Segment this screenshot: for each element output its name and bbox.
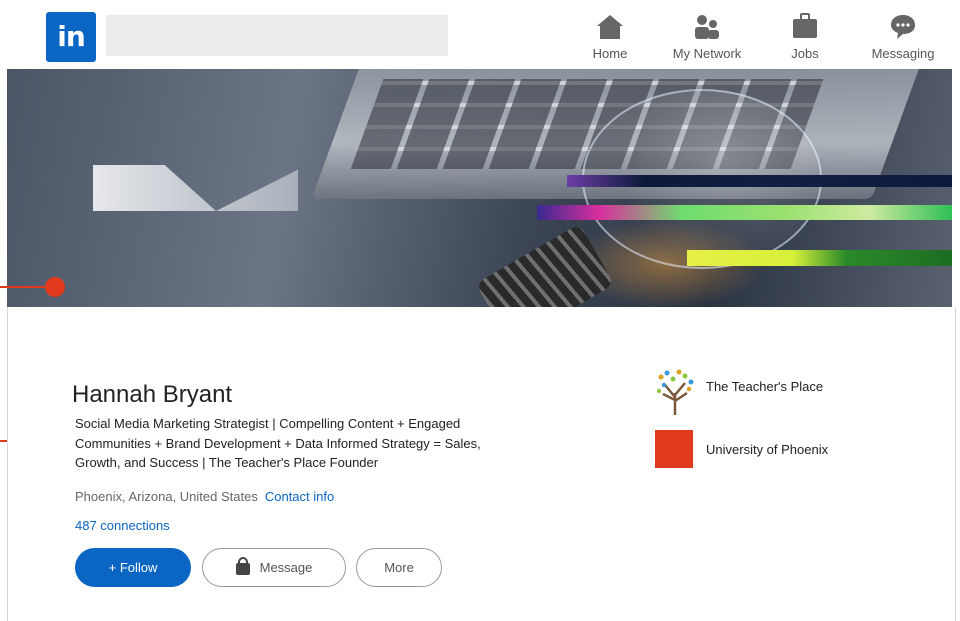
tree-logo-icon: [655, 367, 694, 415]
profile-headline: Social Media Marketing Strategist | Comp…: [75, 416, 481, 470]
nav-my-network[interactable]: My Network: [662, 12, 752, 66]
profile-name: Hannah Bryant: [72, 381, 233, 408]
briefcase-icon: [760, 12, 850, 42]
nav-my-network-label: My Network: [672, 46, 742, 61]
message-button-label: Message: [259, 560, 313, 575]
org-teachers-place[interactable]: The Teacher's Place: [655, 367, 915, 415]
profile-location: Phoenix, Arizona, United States: [75, 489, 258, 504]
profile-location-row: Phoenix, Arizona, United States Contact i…: [75, 489, 334, 504]
glitch-bar: [567, 175, 952, 187]
more-button-label: More: [384, 560, 414, 575]
nav-messaging-label: Messaging: [871, 46, 935, 61]
red-square-logo-icon: [655, 430, 693, 468]
follow-button-label: + Follow: [108, 560, 158, 575]
annotation-dot: [45, 277, 65, 297]
nav-jobs[interactable]: Jobs: [760, 12, 850, 66]
nav-messaging[interactable]: Messaging: [858, 12, 948, 66]
org-university-of-phoenix[interactable]: University of Phoenix: [655, 430, 915, 470]
more-button[interactable]: More: [356, 548, 442, 587]
chat-icon: [858, 12, 948, 42]
nav-home-label: Home: [592, 46, 628, 61]
connections-link[interactable]: 487 connections: [75, 518, 170, 533]
contact-info-link[interactable]: Contact info: [265, 489, 334, 504]
search-input[interactable]: [106, 15, 448, 56]
glitch-bar: [687, 250, 952, 266]
top-navigation-bar: in Home My Network Jobs Messaging: [0, 0, 960, 70]
follow-button[interactable]: + Follow: [75, 548, 191, 587]
org-name: University of Phoenix: [706, 442, 829, 457]
cover-image: [7, 69, 952, 307]
glitch-shape: [93, 165, 298, 211]
nav-home[interactable]: Home: [565, 12, 655, 66]
message-button[interactable]: Message: [202, 548, 346, 587]
home-icon: [565, 12, 655, 42]
nav-jobs-label: Jobs: [791, 46, 819, 61]
network-icon: [662, 12, 752, 42]
linkedin-logo[interactable]: in: [46, 12, 96, 62]
annotation-line: [0, 286, 48, 288]
lock-icon: [235, 556, 250, 575]
org-name: The Teacher's Place: [706, 379, 824, 394]
glitch-bar: [537, 205, 952, 220]
